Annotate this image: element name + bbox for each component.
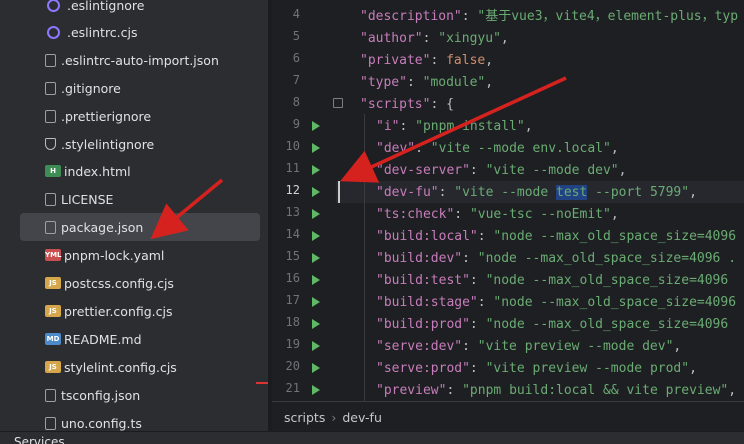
- arrow-to-dev-fu-line: [340, 76, 567, 183]
- annotation-arrows: [150, 76, 567, 240]
- arrow-to-package-json: [150, 178, 224, 240]
